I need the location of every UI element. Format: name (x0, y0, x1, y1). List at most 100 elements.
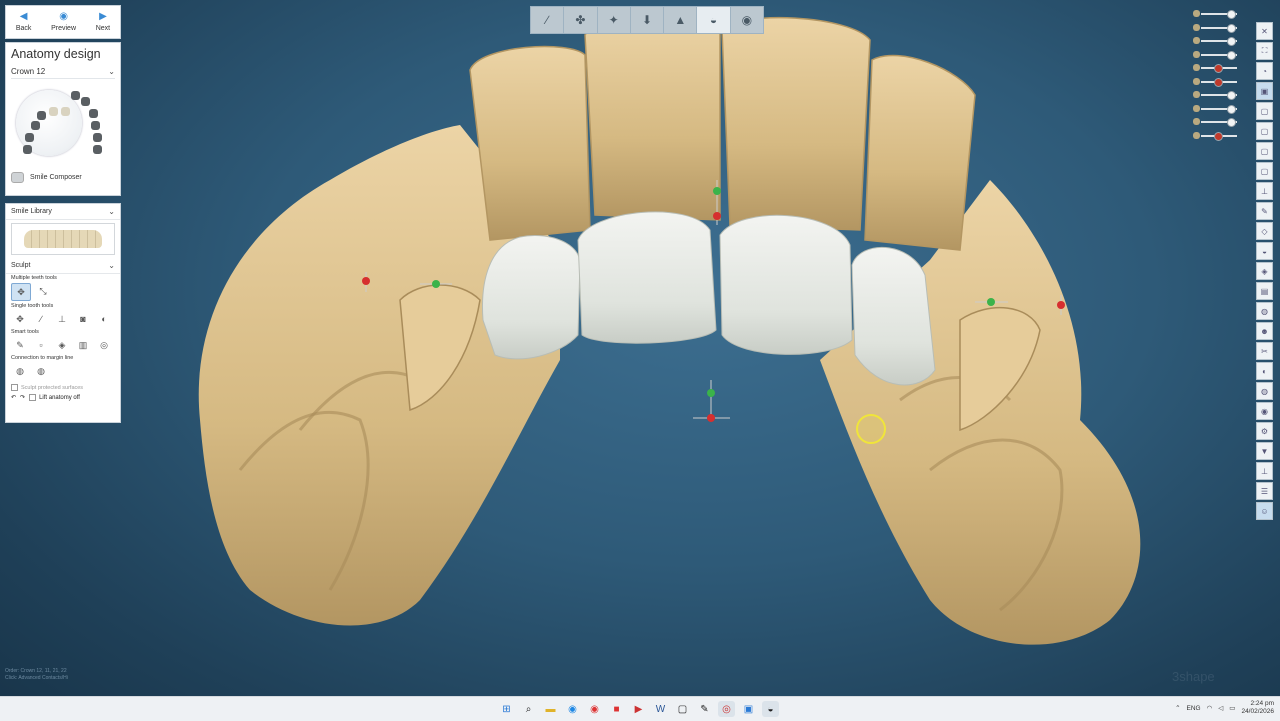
list-icon[interactable]: ☰ (1256, 482, 1273, 500)
preview-button[interactable]: ◉ Preview (51, 12, 76, 33)
wax-knife-tool[interactable]: ⊥ (53, 311, 71, 327)
visibility-slider[interactable] (1193, 49, 1241, 63)
visibility-slider[interactable] (1193, 35, 1241, 49)
multi-teeth-move-tool[interactable]: ✥ (11, 283, 31, 301)
filter-icon[interactable]: ▼ (1256, 442, 1273, 460)
slider-knob[interactable] (1214, 131, 1224, 141)
transform-tool[interactable]: ✥ (11, 311, 29, 327)
visibility-slider[interactable] (1193, 89, 1241, 103)
window-icon[interactable]: ▢ (674, 701, 691, 717)
media-icon[interactable]: ▶ (630, 701, 647, 717)
tooth-icon[interactable] (93, 133, 102, 142)
smile-library-header[interactable]: Smile Library ⌄ (6, 204, 120, 220)
face-icon[interactable]: ☻ (1256, 322, 1273, 340)
layer-icon[interactable]: ▣ (1256, 82, 1273, 100)
search-icon[interactable]: ⌕ (520, 701, 537, 717)
snapshot-icon[interactable]: ▢ (1256, 102, 1273, 120)
sculpt-protected-row[interactable]: Sculpt protected surfaces (6, 383, 120, 392)
morph-tool[interactable]: ◙ (74, 311, 92, 327)
slider-knob[interactable] (1227, 104, 1237, 114)
visibility-slider[interactable] (1193, 103, 1241, 117)
insertion-icon[interactable]: ⬇ (631, 7, 665, 33)
disabled-tool[interactable]: ▫ (32, 337, 50, 353)
scan-icon[interactable]: ∕ (531, 7, 565, 33)
section-icon[interactable]: ◇ (1256, 222, 1273, 240)
smile-library-thumbnail[interactable] (11, 223, 115, 255)
redo-icon[interactable]: ↷ (20, 394, 25, 401)
visibility-slider[interactable] (1193, 8, 1241, 22)
export-icon[interactable]: ◉ (731, 7, 763, 33)
cusp-tool[interactable]: ◎ (95, 337, 113, 353)
file-explorer-icon[interactable]: ▬ (542, 701, 559, 717)
recorder-icon[interactable]: ■ (608, 701, 625, 717)
color-icon[interactable]: ◉ (1256, 402, 1273, 420)
front-view-icon[interactable]: ▢ (1256, 122, 1273, 140)
volume-icon[interactable]: ◁ (1218, 704, 1223, 712)
occlusion-tool[interactable]: ✎ (11, 337, 29, 353)
back-button[interactable]: ◀ Back (16, 12, 32, 33)
lift-anatomy-row[interactable]: Lift anatomy off (29, 394, 80, 401)
visibility-slider[interactable] (1193, 62, 1241, 76)
3d-viewport[interactable] (0, 0, 1280, 696)
visibility-slider[interactable] (1193, 130, 1241, 144)
undo-icon[interactable]: ↶ (11, 394, 16, 401)
settings-icon[interactable]: ⚙ (1256, 422, 1273, 440)
language-indicator[interactable]: ENG (1187, 705, 1201, 712)
slider-knob[interactable] (1227, 118, 1237, 127)
side-view-icon[interactable]: ▢ (1256, 142, 1273, 160)
tooth-icon[interactable] (37, 111, 46, 120)
next-button[interactable]: ▶ Next (96, 12, 110, 33)
knife-tool[interactable]: ∕ (32, 311, 50, 327)
visibility-slider[interactable] (1193, 116, 1241, 130)
prep-icon[interactable]: ✤ (564, 7, 598, 33)
wifi-icon[interactable]: ◠ (1207, 704, 1213, 712)
windows-start-icon[interactable]: ⊞ (498, 701, 515, 717)
fullscreen-icon[interactable]: ⛶ (1256, 42, 1273, 60)
anatomy-icon[interactable]: ◒ (697, 7, 731, 33)
slider-knob[interactable] (1227, 37, 1237, 46)
contact-tool[interactable]: ◈ (53, 337, 71, 353)
chrome-icon[interactable]: ◉ (586, 701, 603, 717)
dental-designer-icon[interactable]: ◒ (762, 701, 779, 717)
contact-icon[interactable]: ◍ (1256, 302, 1273, 320)
smile-composer-row[interactable]: Smile Composer (6, 169, 120, 185)
tooth-icon[interactable] (49, 107, 58, 116)
occlusion-icon[interactable]: ◈ (1256, 262, 1273, 280)
slider-knob[interactable] (1227, 23, 1237, 33)
app-icon[interactable]: ▣ (740, 701, 757, 717)
tooth-icon[interactable] (61, 107, 70, 116)
cut-icon[interactable]: ✂ (1256, 342, 1273, 360)
tooth-icon[interactable] (89, 109, 98, 118)
slider-knob[interactable] (1214, 64, 1224, 73)
slider-knob[interactable] (1227, 91, 1237, 100)
crown-select[interactable]: Crown 12 ⌄ (11, 65, 115, 79)
margin-adjust-tool[interactable]: ◍ (32, 363, 50, 379)
material-icon[interactable]: ◐ (1256, 362, 1273, 380)
tooth-icon[interactable] (31, 121, 40, 130)
patient-icon[interactable]: ☺ (1256, 502, 1273, 520)
gingiva-icon[interactable]: ▲ (664, 7, 698, 33)
tooth-icon[interactable] (23, 145, 32, 154)
margin-icon[interactable]: ✦ (598, 7, 631, 33)
smooth-tool[interactable]: ◐ (95, 311, 113, 327)
tooth-chart[interactable] (11, 83, 115, 165)
slider-knob[interactable] (1214, 77, 1224, 87)
tooth-tool-icon[interactable]: ✎ (1256, 202, 1273, 220)
view-icon[interactable]: ◔ (1256, 62, 1273, 80)
texture-icon[interactable]: ◍ (1256, 382, 1273, 400)
margin-connection-tool[interactable]: ◍ (11, 363, 29, 379)
crown-view-icon[interactable]: ◒ (1256, 242, 1273, 260)
word-icon[interactable]: W (652, 701, 669, 717)
tool-icon[interactable]: ✎ (696, 701, 713, 717)
proximal-tool[interactable]: ▥ (74, 337, 92, 353)
visibility-slider[interactable] (1193, 22, 1241, 36)
clock[interactable]: 2:24 pm 24/02/2026 (1241, 700, 1274, 716)
tooth-icon[interactable] (91, 121, 100, 130)
distance-map-icon[interactable]: ▤ (1256, 282, 1273, 300)
slider-knob[interactable] (1227, 50, 1237, 60)
battery-icon[interactable]: ▭ (1229, 704, 1235, 712)
slider-knob[interactable] (1227, 10, 1237, 19)
tooth-icon[interactable] (93, 145, 102, 154)
visibility-slider[interactable] (1193, 76, 1241, 90)
browser-icon[interactable]: ◉ (564, 701, 581, 717)
